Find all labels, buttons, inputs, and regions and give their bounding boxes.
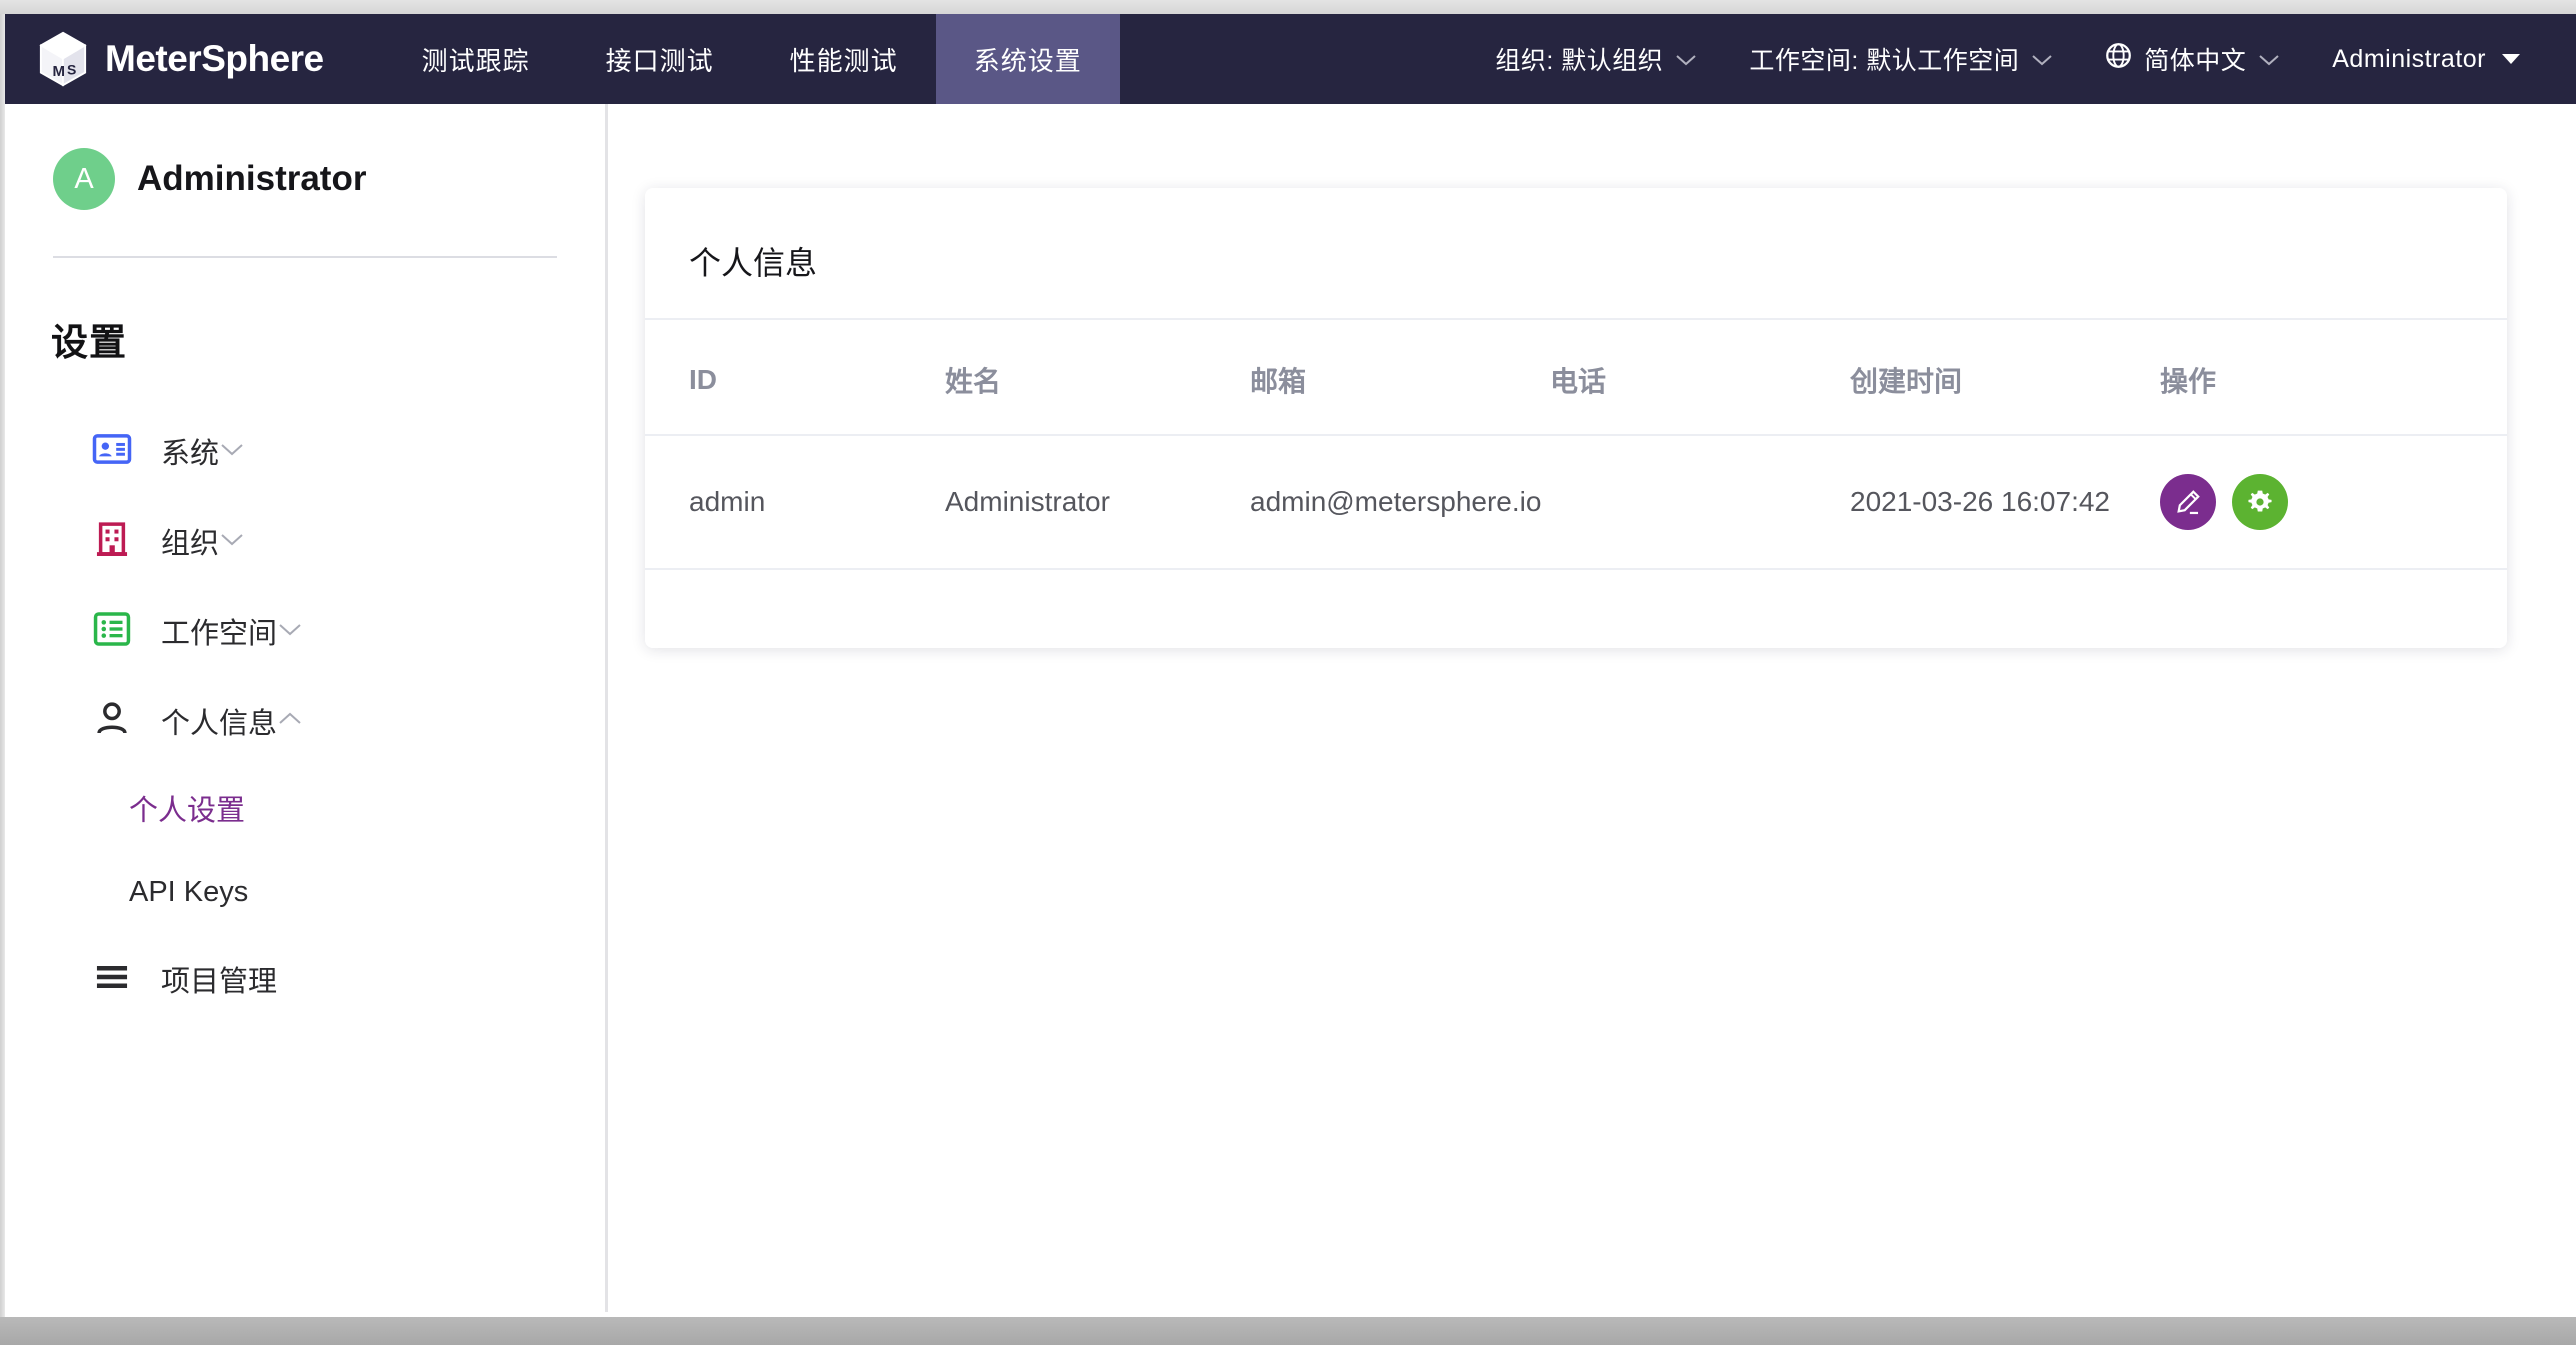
user-icon bbox=[91, 698, 161, 745]
language-selector[interactable]: 简体中文 bbox=[2079, 41, 2306, 77]
sidebar-user-block: A Administrator bbox=[5, 104, 605, 210]
tab-api-test[interactable]: 接口测试 bbox=[568, 14, 752, 104]
language-selector-label: 简体中文 bbox=[2144, 47, 2247, 75]
sidebar-subitem-api-keys-label: API Keys bbox=[129, 875, 249, 908]
chevron-down-icon bbox=[219, 441, 245, 462]
id-card-icon bbox=[91, 428, 161, 475]
sidebar-item-organization[interactable]: 组织 bbox=[5, 496, 605, 586]
tab-test-tracking[interactable]: 测试跟踪 bbox=[384, 14, 568, 104]
column-header-name: 姓名 bbox=[945, 320, 1250, 436]
chevron-down-icon bbox=[2258, 45, 2280, 74]
main-tabs: 测试跟踪 接口测试 性能测试 系统设置 bbox=[384, 14, 1120, 104]
sidebar-subitem-api-keys[interactable]: API Keys bbox=[5, 850, 605, 934]
cell-created-at: 2021-03-26 16:07:42 bbox=[1850, 435, 2160, 570]
organization-selector-label: 组织: 默认组织 bbox=[1495, 47, 1664, 75]
application-root: M S MeterSphere 测试跟踪 接口测试 性能测试 系统设置 组织: … bbox=[0, 0, 2576, 1345]
top-navigation-right: 组织: 默认组织 工作空间: 默认工作空间 简体中文 Administrator bbox=[1469, 14, 2576, 104]
svg-text:M: M bbox=[53, 63, 66, 80]
list-box-icon bbox=[91, 608, 161, 655]
chevron-down-icon bbox=[1675, 45, 1697, 74]
column-header-id: ID bbox=[645, 320, 945, 436]
brand-name: MeterSphere bbox=[105, 38, 324, 79]
organization-selector[interactable]: 组织: 默认组织 bbox=[1469, 41, 1723, 77]
sidebar-subitem-personal-settings[interactable]: 个人设置 bbox=[5, 766, 605, 850]
sidebar-item-organization-label: 组织 bbox=[161, 528, 220, 560]
sidebar-item-project-management[interactable]: 项目管理 bbox=[5, 934, 605, 1024]
card-footer bbox=[645, 570, 2507, 648]
column-header-email: 邮箱 bbox=[1250, 320, 1550, 436]
sidebar-subitem-personal-settings-label: 个人设置 bbox=[129, 795, 246, 827]
sidebar-item-system-label: 系统 bbox=[161, 438, 220, 470]
column-header-created-at: 创建时间 bbox=[1850, 320, 2160, 436]
edit-button[interactable] bbox=[2160, 474, 2216, 530]
cell-id: admin bbox=[645, 435, 945, 570]
window-chrome-top bbox=[0, 0, 2576, 14]
gear-icon bbox=[2246, 488, 2274, 516]
settings-button[interactable] bbox=[2232, 474, 2288, 530]
sidebar-section-title: 设置 bbox=[51, 322, 127, 363]
tab-system-settings[interactable]: 系统设置 bbox=[935, 14, 1120, 104]
top-navigation-bar: M S MeterSphere 测试跟踪 接口测试 性能测试 系统设置 组织: … bbox=[5, 14, 2576, 104]
globe-icon bbox=[2105, 42, 2132, 76]
chevron-down-icon bbox=[219, 531, 245, 552]
window-chrome-bottom bbox=[0, 1317, 2576, 1345]
personal-info-card: 个人信息 ID 姓名 邮箱 电话 创建时间 操作 admin Administr… bbox=[645, 188, 2507, 648]
tab-performance-test[interactable]: 性能测试 bbox=[752, 14, 936, 104]
chevron-down-icon bbox=[2031, 45, 2053, 74]
sidebar-user-name: Administrator bbox=[137, 159, 367, 198]
pencil-icon bbox=[2174, 488, 2202, 516]
workspace-selector-label: 工作空间: 默认工作空间 bbox=[1749, 47, 2020, 75]
main-content: 个人信息 ID 姓名 邮箱 电话 创建时间 操作 admin Administr… bbox=[611, 104, 2576, 1312]
page-body: A Administrator 设置 系统 组织 工作空间 个人信息 个人设置 … bbox=[5, 104, 2576, 1317]
table-row: admin Administrator admin@metersphere.io… bbox=[645, 435, 2507, 570]
column-header-phone: 电话 bbox=[1550, 320, 1850, 436]
building-icon bbox=[91, 518, 161, 565]
column-header-operations: 操作 bbox=[2160, 320, 2507, 436]
personal-info-table: ID 姓名 邮箱 电话 创建时间 操作 admin Administrator bbox=[645, 320, 2507, 570]
chevron-up-icon bbox=[277, 711, 303, 732]
brand-home-link[interactable]: M S MeterSphere bbox=[5, 14, 350, 104]
cell-operations bbox=[2160, 435, 2507, 570]
row-action-buttons bbox=[2160, 474, 2463, 530]
sidebar-nav-list: 系统 组织 工作空间 个人信息 个人设置 API Keys 项目管理 bbox=[5, 406, 605, 1024]
sidebar-item-personal-info-label: 个人信息 bbox=[161, 708, 278, 740]
page-title: 个人信息 bbox=[645, 188, 2507, 320]
ms-cube-logo-icon: M S bbox=[37, 31, 89, 87]
caret-down-icon bbox=[2502, 54, 2520, 64]
sidebar-item-workspace[interactable]: 工作空间 bbox=[5, 586, 605, 676]
user-menu[interactable]: Administrator bbox=[2306, 45, 2546, 74]
workspace-selector[interactable]: 工作空间: 默认工作空间 bbox=[1723, 41, 2079, 77]
table-header-row: ID 姓名 邮箱 电话 创建时间 操作 bbox=[645, 320, 2507, 436]
avatar: A bbox=[53, 148, 115, 210]
sidebar-item-personal-info[interactable]: 个人信息 bbox=[5, 676, 605, 766]
cell-name: Administrator bbox=[945, 435, 1250, 570]
user-menu-label: Administrator bbox=[2332, 44, 2486, 73]
sidebar: A Administrator 设置 系统 组织 工作空间 个人信息 个人设置 … bbox=[5, 104, 608, 1312]
svg-text:S: S bbox=[67, 62, 76, 78]
sidebar-item-system[interactable]: 系统 bbox=[5, 406, 605, 496]
hamburger-menu-icon bbox=[91, 956, 161, 1003]
cell-phone bbox=[1550, 435, 1850, 570]
cell-email: admin@metersphere.io bbox=[1250, 435, 1550, 570]
sidebar-item-workspace-label: 工作空间 bbox=[161, 618, 278, 650]
sidebar-item-project-management-label: 项目管理 bbox=[161, 966, 278, 998]
chevron-down-icon bbox=[277, 621, 303, 642]
